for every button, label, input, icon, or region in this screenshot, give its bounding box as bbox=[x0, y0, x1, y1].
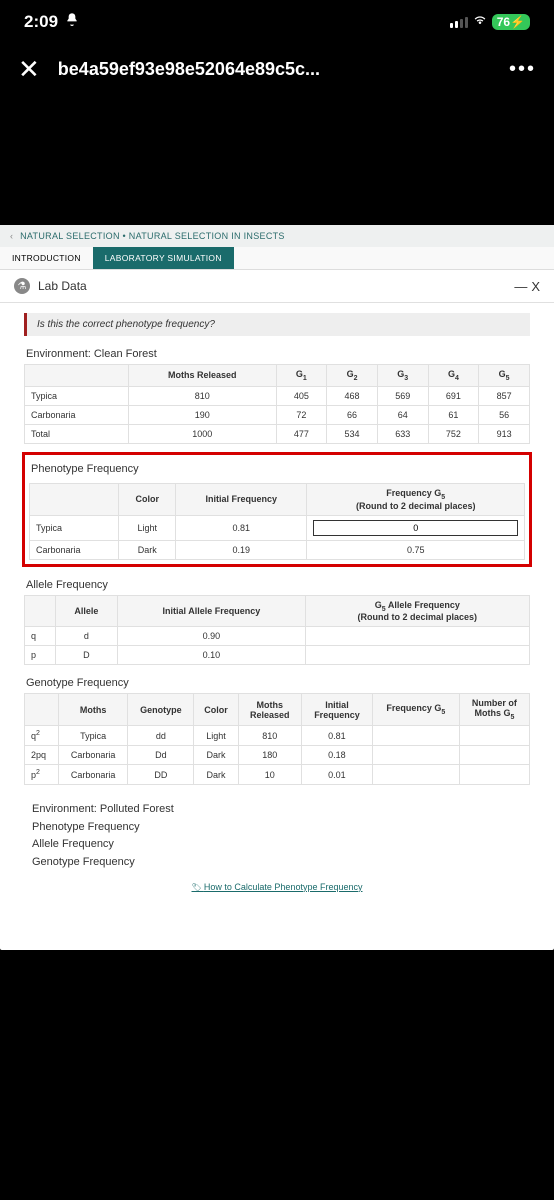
allele-table: Allele Initial Allele Frequency G5 Allel… bbox=[24, 595, 530, 666]
phenotype-table: Color Initial Frequency Frequency G5(Rou… bbox=[29, 483, 525, 560]
table-row: Typica Light 0.81 bbox=[30, 515, 525, 540]
alert-message: Is this the correct phenotype frequency? bbox=[24, 313, 530, 336]
environment-polluted-label: Environment: Polluted Forest bbox=[32, 801, 522, 819]
wifi-icon bbox=[472, 12, 488, 33]
close-icon[interactable]: ✕ bbox=[18, 54, 40, 85]
genotype-table: Moths Genotype Color MothsReleased Initi… bbox=[24, 693, 530, 785]
phenotype-typica-input[interactable] bbox=[313, 520, 518, 536]
status-time: 2:09 bbox=[24, 12, 58, 32]
url-display: be4a59ef93e98e52064e89c5c... bbox=[58, 59, 491, 80]
table-row: q2 Typica dd Light 810 0.81 bbox=[25, 726, 530, 746]
minimize-close[interactable]: — X bbox=[514, 279, 540, 294]
main-panel: Is this the correct phenotype frequency?… bbox=[0, 313, 554, 910]
footer-phenotype: Phenotype Frequency bbox=[32, 819, 522, 837]
browser-header: ✕ be4a59ef93e98e52064e89c5c... ••• bbox=[0, 44, 554, 95]
footer-allele: Allele Frequency bbox=[32, 836, 522, 854]
flask-icon: ⚗ bbox=[14, 278, 30, 294]
allele-title: Allele Frequency bbox=[18, 575, 536, 595]
table-row: 2pq Carbonaria Dd Dark 180 0.18 bbox=[25, 746, 530, 765]
signal-icon bbox=[450, 17, 468, 28]
content-area: ‹ NATURAL SELECTION • NATURAL SELECTION … bbox=[0, 225, 554, 950]
tabs: INTRODUCTION LABORATORY SIMULATION bbox=[0, 247, 554, 270]
battery-indicator: 76⚡ bbox=[492, 14, 530, 30]
more-icon[interactable]: ••• bbox=[509, 58, 536, 81]
chevron-left-icon: ‹ bbox=[10, 231, 13, 241]
table-row: Total 1000 477 534 633 752 913 bbox=[25, 424, 530, 443]
moths-released-table: Moths Released G1 G2 G3 G4 G5 Typica 810… bbox=[24, 364, 530, 444]
table-row: q d 0.90 bbox=[25, 627, 530, 646]
panel-header: ⚗ Lab Data — X bbox=[0, 270, 554, 303]
environment-clean-label: Environment: Clean Forest bbox=[18, 344, 536, 364]
breadcrumb[interactable]: ‹ NATURAL SELECTION • NATURAL SELECTION … bbox=[0, 225, 554, 247]
phenotype-title: Phenotype Frequency bbox=[25, 459, 529, 479]
status-bar: 2:09 76⚡ bbox=[0, 0, 554, 44]
panel-title: Lab Data bbox=[38, 279, 87, 293]
table-row: Carbonaria 190 72 66 64 61 56 bbox=[25, 405, 530, 424]
calculate-link[interactable]: How to Calculate Phenotype Frequency bbox=[18, 872, 536, 896]
footer-genotype: Genotype Frequency bbox=[32, 854, 522, 872]
tab-laboratory-simulation[interactable]: LABORATORY SIMULATION bbox=[93, 247, 234, 269]
tab-introduction[interactable]: INTRODUCTION bbox=[0, 247, 93, 269]
dnd-icon bbox=[64, 12, 80, 33]
phenotype-highlight: Phenotype Frequency Color Initial Freque… bbox=[22, 452, 532, 567]
table-row: p2 Carbonaria DD Dark 10 0.01 bbox=[25, 765, 530, 785]
table-row: Carbonaria Dark 0.19 0.75 bbox=[30, 540, 525, 559]
table-row: p D 0.10 bbox=[25, 646, 530, 665]
footer-section: Environment: Polluted Forest Phenotype F… bbox=[18, 793, 536, 871]
genotype-title: Genotype Frequency bbox=[18, 673, 536, 693]
table-row: Typica 810 405 468 569 691 857 bbox=[25, 386, 530, 405]
